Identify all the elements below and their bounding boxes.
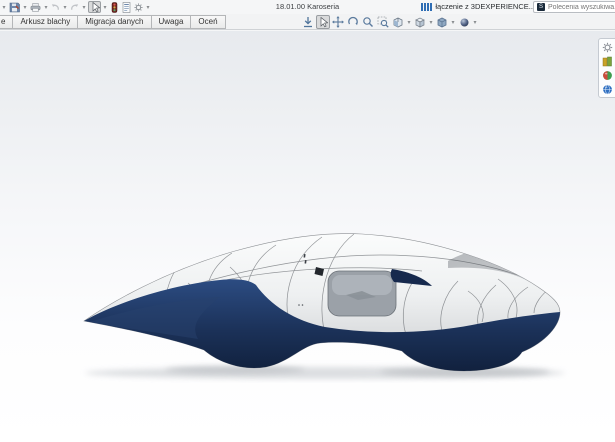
model-canopy-window[interactable]: [328, 271, 396, 316]
pan-button[interactable]: [331, 15, 345, 29]
title-bar: ▾ ▾ ▾ ▾ ▾ ▾: [0, 0, 615, 14]
zoom-area-icon: [377, 16, 389, 28]
display-style-cube-icon: [436, 16, 448, 28]
3d-model-karoseria[interactable]: [70, 221, 575, 383]
print-button[interactable]: [29, 1, 42, 13]
command-manager-row: e Arkusz blachy Migracja danych Uwaga Oc…: [0, 14, 615, 30]
design-library-button[interactable]: [601, 55, 614, 67]
undo-dropdown-caret[interactable]: ▾: [62, 1, 68, 13]
globe-icon: [602, 84, 613, 95]
redo-button[interactable]: [69, 1, 80, 13]
tab-uwaga[interactable]: Uwaga: [152, 15, 192, 29]
3dexperience-connection-status[interactable]: łączenie z 3DEXPERIENCE...: [421, 2, 535, 11]
insert-arrow-icon: [302, 16, 314, 28]
cursor-icon: [318, 17, 328, 28]
view-orientation-caret[interactable]: ▾: [428, 16, 434, 28]
rebuild-button[interactable]: [109, 1, 120, 13]
print-icon: [30, 2, 41, 13]
display-style-button[interactable]: [435, 15, 449, 29]
tab-migracja-danych[interactable]: Migracja danych: [78, 15, 151, 29]
rotate-view-button[interactable]: [346, 15, 360, 29]
search-logo-icon: S: [537, 3, 545, 11]
select-dropdown-caret[interactable]: ▾: [102, 1, 108, 13]
pan-arrows-icon: [332, 16, 344, 28]
command-search-box[interactable]: S: [533, 1, 615, 13]
redo-dropdown-caret[interactable]: ▾: [81, 1, 87, 13]
view-orientation-button[interactable]: [413, 15, 427, 29]
section-view-button[interactable]: [391, 15, 405, 29]
heads-up-view-toolbar: ▾ ▾ ▾ ▾: [301, 15, 478, 29]
select-cursor-icon: [90, 2, 100, 13]
file-properties-button[interactable]: [121, 1, 132, 13]
display-style-caret[interactable]: ▾: [450, 16, 456, 28]
appearance-caret[interactable]: ▾: [472, 16, 478, 28]
new-dropdown-caret[interactable]: ▾: [1, 1, 7, 13]
options-gear-icon: [134, 2, 143, 13]
magnifier-icon: [362, 16, 374, 28]
appearances-sphere-icon: [602, 70, 613, 81]
tab-arkusz-blachy[interactable]: Arkusz blachy: [13, 15, 78, 29]
tab-partial[interactable]: e: [0, 15, 13, 29]
zoom-to-area-button[interactable]: [376, 15, 390, 29]
graphics-area[interactable]: [0, 31, 615, 442]
connection-label: łączenie z 3DEXPERIENCE...: [435, 2, 535, 11]
3dexperience-bars-icon: [421, 3, 432, 11]
rotate-arrow-icon: [347, 16, 359, 28]
solidworks-window: ▾ ▾ ▾ ▾ ▾ ▾: [0, 0, 615, 442]
design-library-icon: [602, 56, 613, 67]
3dexperience-globe-button[interactable]: [601, 83, 614, 95]
undo-icon: [51, 2, 60, 12]
task-pane-strip: [598, 38, 615, 98]
gear-icon: [602, 42, 613, 53]
redo-icon: [70, 2, 79, 12]
quick-access-toolbar: ▾ ▾ ▾ ▾ ▾ ▾: [1, 1, 151, 13]
appearances-button[interactable]: [601, 69, 614, 81]
command-tabs: e Arkusz blachy Migracja danych Uwaga Oc…: [0, 15, 226, 29]
save-dropdown-caret[interactable]: ▾: [22, 1, 28, 13]
options-dropdown-caret[interactable]: ▾: [145, 1, 151, 13]
tab-ocen[interactable]: Oceń: [191, 15, 225, 29]
appearance-sphere-icon: [459, 17, 470, 28]
insert-component-button[interactable]: [301, 15, 315, 29]
save-icon: [9, 2, 20, 13]
save-button[interactable]: [8, 1, 21, 13]
select-tool-button[interactable]: [88, 1, 101, 13]
view-cube-icon: [414, 16, 426, 28]
undo-button[interactable]: [50, 1, 61, 13]
task-pane-options-button[interactable]: [601, 41, 614, 53]
print-dropdown-caret[interactable]: ▾: [43, 1, 49, 13]
edit-appearance-button[interactable]: [457, 15, 471, 29]
options-button[interactable]: [133, 1, 144, 13]
section-dropdown-caret[interactable]: ▾: [406, 16, 412, 28]
rebuild-traffic-light-icon: [111, 2, 118, 13]
command-search-input[interactable]: [548, 4, 615, 11]
select-view-button[interactable]: [316, 15, 330, 29]
section-view-icon: [392, 16, 404, 28]
zoom-to-fit-button[interactable]: [361, 15, 375, 29]
file-properties-icon: [122, 2, 131, 13]
